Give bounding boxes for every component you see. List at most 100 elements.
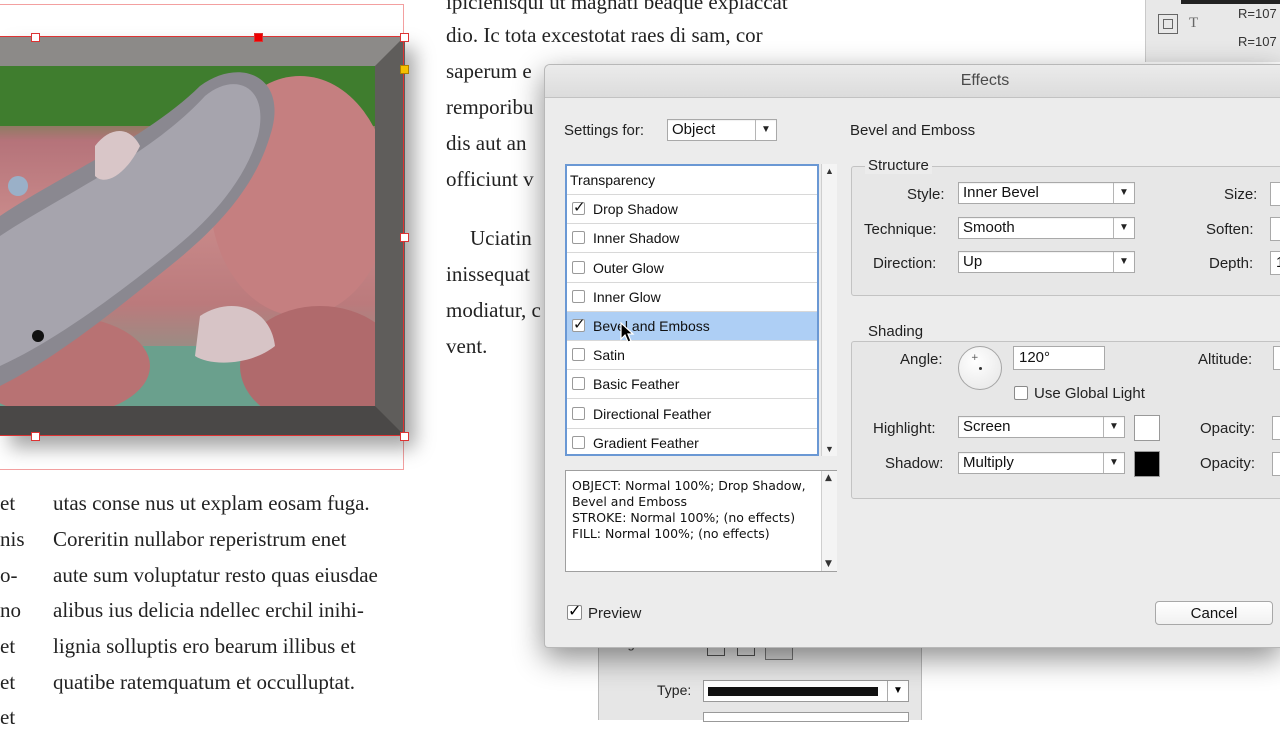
effect-checkbox[interactable] (572, 348, 585, 362)
highlight-color-swatch[interactable] (1134, 415, 1160, 441)
depth-field[interactable]: 1 (1270, 251, 1280, 275)
settings-for-label: Settings for: (564, 122, 645, 139)
image-frame[interactable] (0, 36, 405, 436)
effect-label: Gradient Feather (593, 434, 699, 451)
body-text-line: ipicienisqui ut magnati beaque explaccat (446, 0, 788, 14)
shadow-label: Shadow: (885, 455, 944, 472)
body-text-fragment: nis (0, 527, 25, 551)
swatch-bar (1181, 0, 1280, 4)
chevron-down-icon: ▼ (755, 120, 776, 140)
body-text-line: modiatur, c (446, 298, 541, 322)
effect-checkbox[interactable] (572, 260, 585, 274)
scroll-down-icon[interactable]: ▼ (825, 444, 834, 454)
highlight-mode-value: Screen (963, 418, 1011, 435)
resize-handle[interactable] (254, 33, 263, 42)
body-text-fragment: et (0, 491, 16, 515)
color-value: R=107 (1238, 34, 1277, 49)
chevron-down-icon: ▼ (1103, 453, 1124, 473)
effect-item-inner-glow[interactable]: Inner Glow (567, 283, 817, 312)
effect-item-drop-shadow[interactable]: Drop Shadow (567, 195, 817, 225)
direction-value: Up (963, 253, 983, 270)
settings-for-select[interactable]: Object ▼ (667, 119, 777, 141)
direction-select[interactable]: Up ▼ (958, 251, 1135, 273)
effect-item-satin[interactable]: Satin (567, 341, 817, 371)
body-text-line: officiunt v (446, 167, 534, 191)
effect-item-inner-shadow[interactable]: Inner Shadow (567, 224, 817, 254)
effect-checkbox[interactable] (572, 377, 585, 391)
effect-item-transparency[interactable]: Transparency (567, 166, 817, 195)
summary-scrollbar[interactable]: ▲ ▼ (821, 471, 837, 571)
effect-label: Basic Feather (593, 376, 680, 393)
chevron-down-icon: ▼ (1103, 417, 1124, 437)
body-text-line: saperum e (446, 59, 532, 83)
effect-item-basic-feather[interactable]: Basic Feather (567, 370, 817, 400)
crosshair-icon: + (971, 353, 979, 363)
resize-handle[interactable] (31, 432, 40, 441)
preview-checkbox[interactable]: ✓ (567, 601, 582, 620)
type-label: Type: (657, 682, 692, 698)
stroke-panel: Align Stroke: Type: ▼ (598, 636, 922, 722)
effects-list-scrollbar[interactable]: ▲ ▼ (821, 164, 837, 456)
effect-checkbox[interactable] (572, 435, 585, 449)
angle-dial[interactable]: + (958, 346, 1002, 390)
soften-label: Soften: (1206, 221, 1254, 238)
effect-checkbox[interactable] (572, 315, 586, 333)
text-icon[interactable]: T (1189, 15, 1198, 32)
cursor-icon (620, 322, 635, 343)
effect-item-gradient-feather[interactable]: Gradient Feather (567, 429, 817, 454)
angle-field[interactable]: 120° (1013, 346, 1105, 370)
highlight-opacity-field[interactable] (1272, 416, 1280, 440)
shadow-color-swatch[interactable] (1134, 451, 1160, 477)
effect-item-bevel-and-emboss[interactable]: Bevel and Emboss (567, 312, 817, 341)
effects-dialog: Effects Settings for: Object ▼ Transpare… (544, 64, 1280, 648)
body-text-fragment: et (0, 705, 16, 729)
stroke-select[interactable] (703, 712, 909, 722)
effect-checkbox[interactable] (572, 406, 585, 420)
corner-option-handle[interactable] (400, 65, 409, 74)
dialog-titlebar[interactable]: Effects (545, 65, 1280, 98)
effect-item-outer-glow[interactable]: Outer Glow (567, 254, 817, 283)
effect-label: Inner Shadow (593, 230, 680, 247)
scroll-down-icon[interactable]: ▼ (825, 559, 832, 569)
fish-photo (0, 66, 375, 406)
angle-label: Angle: (900, 351, 943, 368)
shadow-opacity-label: Opacity: (1200, 455, 1256, 472)
body-text-line: dio. Ic tota excestotat raes di sam, cor (446, 23, 763, 47)
frame-icon[interactable] (1158, 14, 1178, 34)
structure-title: Structure (865, 157, 932, 174)
stroke-type-select[interactable]: ▼ (703, 680, 909, 702)
effect-checkbox[interactable] (572, 198, 586, 216)
cancel-button[interactable]: Cancel (1155, 601, 1273, 625)
altitude-field[interactable] (1273, 346, 1280, 370)
effects-summary-text: OBJECT: Normal 100%; Drop Shadow, Bevel … (572, 478, 806, 541)
effect-label: Drop Shadow (593, 201, 678, 218)
style-select[interactable]: Inner Bevel ▼ (958, 182, 1135, 204)
style-label: Style: (907, 186, 945, 203)
resize-handle[interactable] (31, 33, 40, 42)
size-field[interactable] (1270, 182, 1280, 206)
body-text-line: utas conse nus ut explam eosam fuga. (53, 491, 370, 515)
resize-handle[interactable] (400, 233, 409, 242)
body-text-line: dis aut an (446, 131, 527, 155)
effects-list[interactable]: Transparency Drop Shadow Inner Shadow Outer… (565, 164, 819, 456)
soften-field[interactable] (1270, 217, 1280, 241)
effect-label: Satin (593, 347, 625, 364)
effect-label: Transparency (570, 172, 656, 188)
use-global-light-checkbox[interactable] (1014, 386, 1028, 400)
scroll-up-icon[interactable]: ▲ (825, 473, 832, 483)
resize-handle[interactable] (400, 33, 409, 42)
resize-handle[interactable] (400, 432, 409, 441)
scroll-up-icon[interactable]: ▲ (825, 166, 834, 176)
effect-checkbox[interactable] (572, 231, 585, 245)
preview-label: Preview (588, 605, 642, 622)
effect-label: Directional Feather (593, 405, 712, 422)
body-text-line: lignia solluptis ero bearum illibus et (53, 634, 356, 658)
highlight-mode-select[interactable]: Screen ▼ (958, 416, 1125, 438)
technique-select[interactable]: Smooth ▼ (958, 217, 1135, 239)
effect-item-directional-feather[interactable]: Directional Feather (567, 400, 817, 429)
technique-value: Smooth (963, 219, 1015, 236)
effect-checkbox[interactable] (572, 289, 585, 303)
shadow-mode-select[interactable]: Multiply ▼ (958, 452, 1125, 474)
effect-label: Inner Glow (593, 288, 661, 305)
shadow-opacity-field[interactable] (1272, 452, 1280, 476)
